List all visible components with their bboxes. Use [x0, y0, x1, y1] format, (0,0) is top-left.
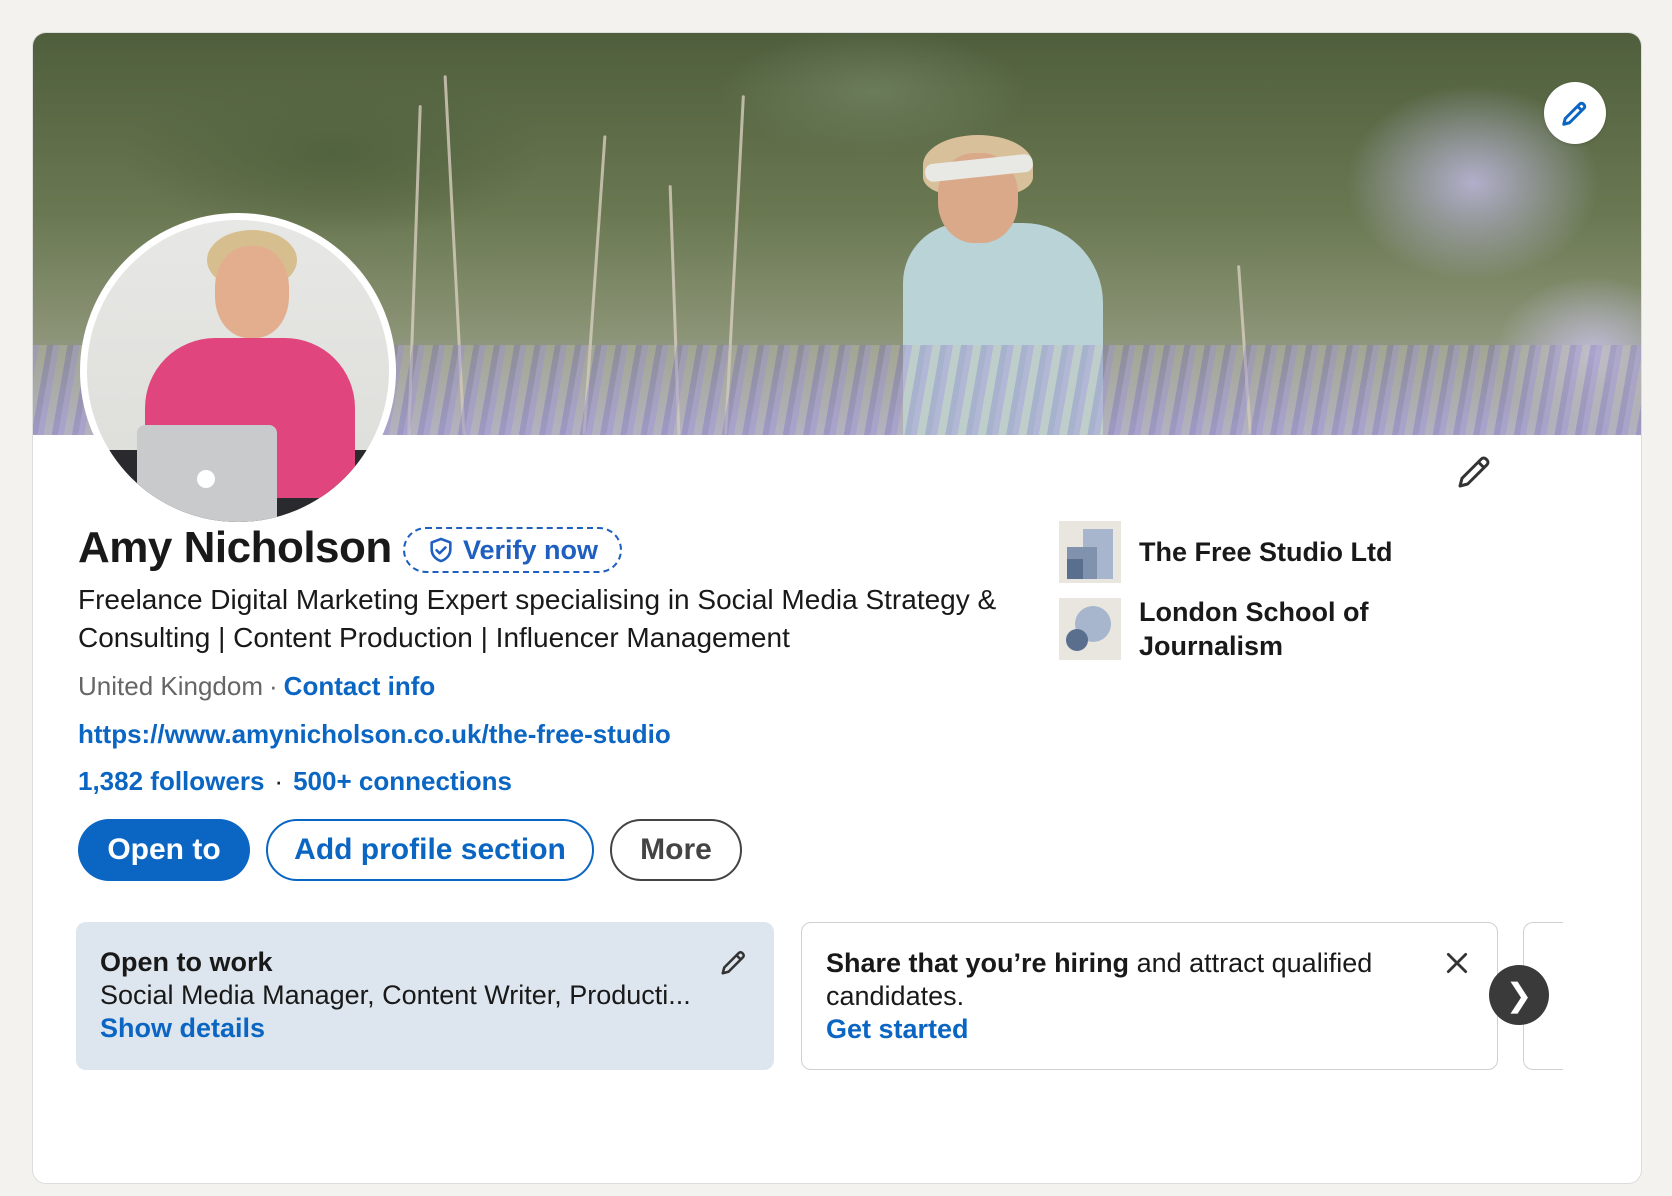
hiring-card[interactable]: Share that you’re hiring and attract qua… — [801, 922, 1498, 1070]
more-button[interactable]: More — [610, 819, 742, 881]
profile-headline: Freelance Digital Marketing Expert speci… — [78, 584, 997, 653]
company-name: The Free Studio Ltd — [1139, 537, 1393, 567]
verify-now-label: Verify now — [463, 534, 599, 565]
profile-actions: Open to Add profile section More — [78, 819, 742, 881]
school-name: London School of Journalism — [1139, 597, 1369, 661]
followers-link[interactable]: 1,382 followers — [78, 766, 264, 797]
pencil-icon — [1562, 101, 1587, 126]
close-icon — [1446, 952, 1468, 974]
connections-link[interactable]: 500+ connections — [293, 766, 512, 797]
add-profile-section-button[interactable]: Add profile section — [266, 819, 594, 881]
shield-check-icon — [430, 537, 452, 563]
profile-photo[interactable] — [80, 213, 396, 529]
get-started-link[interactable]: Get started — [826, 1013, 969, 1046]
hiring-message: Share that you’re hiring and attract qua… — [826, 947, 1426, 1013]
location-text: United Kingdom — [78, 671, 263, 701]
open-to-work-title: Open to work — [100, 947, 273, 977]
pencil-icon — [1458, 456, 1490, 488]
education-link[interactable]: London School of Journalism — [1059, 595, 1399, 663]
profile-name: Amy Nicholson — [78, 523, 392, 572]
edit-open-to-work-button[interactable] — [714, 942, 754, 982]
location-row: United Kingdom · Contact info — [78, 671, 435, 702]
open-to-work-roles: Social Media Manager, Content Writer, Pr… — [100, 980, 691, 1010]
website-link[interactable]: https://www.amynicholson.co.uk/the-free-… — [78, 719, 671, 750]
edit-intro-button[interactable] — [1451, 447, 1499, 495]
next-card-button[interactable]: ❯ — [1489, 965, 1549, 1025]
separator-dot: · — [274, 766, 284, 796]
contact-info-link[interactable]: Contact info — [284, 671, 436, 702]
pencil-icon — [721, 951, 745, 975]
company-logo-placeholder-icon — [1059, 521, 1121, 583]
open-to-button[interactable]: Open to — [78, 819, 250, 881]
verify-now-button[interactable]: Verify now — [403, 527, 623, 573]
separator-dot: · — [269, 671, 278, 701]
hiring-title: Share that you’re hiring — [826, 948, 1130, 978]
show-details-link[interactable]: Show details — [100, 1012, 265, 1045]
open-to-work-card[interactable]: Open to work Social Media Manager, Conte… — [76, 922, 774, 1070]
network-row: 1,382 followers · 500+ connections — [78, 766, 512, 797]
chevron-right-icon: ❯ — [1505, 977, 1533, 1013]
edit-banner-button[interactable] — [1544, 82, 1606, 144]
current-company-link[interactable]: The Free Studio Ltd — [1059, 521, 1393, 583]
dismiss-hiring-button[interactable] — [1437, 943, 1477, 983]
school-logo-placeholder-icon — [1059, 598, 1121, 660]
profile-top-card: Amy Nicholson Verify now Freelance Digit… — [32, 32, 1642, 1184]
